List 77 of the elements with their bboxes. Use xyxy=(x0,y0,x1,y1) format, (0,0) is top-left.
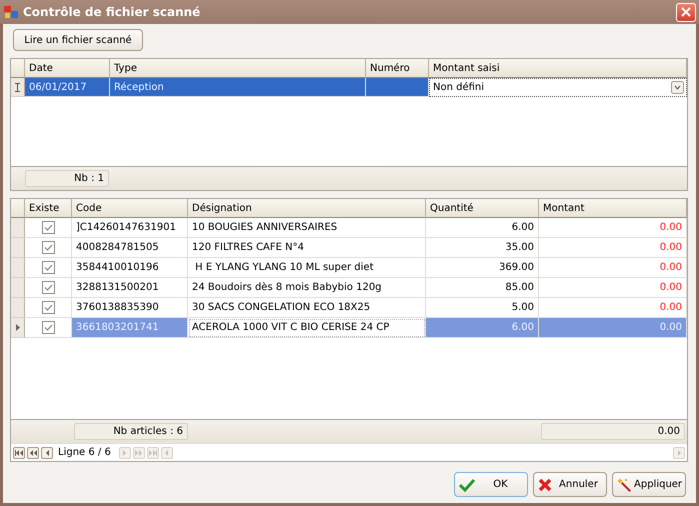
row-header[interactable] xyxy=(11,318,25,338)
cancel-button[interactable]: Annuler xyxy=(533,472,607,497)
table-cell: 0.00 xyxy=(539,258,687,278)
table-cell: 6.00 xyxy=(426,218,539,238)
table-cell: 0.00 xyxy=(539,278,687,298)
last-icon xyxy=(148,448,158,456)
column-header[interactable]: Date xyxy=(25,59,110,78)
row-position: Ligne 6 / 6 xyxy=(58,447,111,458)
table-cell: ACEROLA 1000 VIT C BIO CERISE 24 CP xyxy=(188,318,426,338)
table-cell: 3661803201741 xyxy=(72,318,188,338)
column-header[interactable]: Montant xyxy=(539,199,687,218)
checkbox[interactable] xyxy=(42,301,54,314)
column-header[interactable]: Désignation xyxy=(188,199,426,218)
table-cell: 3288131500201 xyxy=(72,278,188,298)
table-cell: 30 SACS CONGELATION ECO 18X25 xyxy=(188,298,426,318)
previous-page-button[interactable] xyxy=(27,446,39,458)
column-header[interactable]: Quantité xyxy=(426,199,539,218)
checkbox[interactable] xyxy=(42,261,54,274)
app-icon xyxy=(4,5,18,19)
read-file-button[interactable]: Lire un fichier scanné xyxy=(13,29,143,51)
current-row-icon xyxy=(16,324,20,331)
first-icon xyxy=(14,448,24,456)
text-cursor-icon xyxy=(15,82,20,92)
ok-button[interactable]: OK xyxy=(454,472,528,497)
header-corner xyxy=(11,199,25,218)
column-header[interactable]: Type xyxy=(110,59,366,78)
table-cell: 369.00 xyxy=(426,258,539,278)
table-cell: 0.00 xyxy=(539,218,687,238)
previous-button[interactable] xyxy=(41,446,53,458)
column-header[interactable]: Montant saisi xyxy=(429,59,687,78)
row-header[interactable] xyxy=(11,78,25,97)
table-cell: 0.00 xyxy=(539,298,687,318)
check-icon xyxy=(44,304,52,311)
row-count: Nb : 1 xyxy=(25,170,109,187)
table-cell: 06/01/2017 xyxy=(25,78,110,97)
table-cell: 5.00 xyxy=(426,298,539,318)
close-icon xyxy=(681,7,691,17)
check-icon xyxy=(44,244,52,251)
checkbox[interactable] xyxy=(42,321,54,334)
table-cell xyxy=(366,78,429,97)
amount-dropdown[interactable]: Non défini xyxy=(429,78,687,97)
checkbox[interactable] xyxy=(42,241,54,254)
article-count: Nb articles : 6 xyxy=(74,423,188,440)
check-icon xyxy=(44,284,52,291)
table-cell: ]C14260147631901 xyxy=(72,218,188,238)
close-button[interactable] xyxy=(676,2,696,22)
table-cell: 6.00 xyxy=(426,318,539,338)
table-cell: 10 BOUGIES ANNIVERSAIRES xyxy=(188,218,426,238)
table-cell: 3760138835390 xyxy=(72,298,188,318)
column-header[interactable]: Numéro xyxy=(366,59,429,78)
table-cell: 0.00 xyxy=(539,318,687,338)
check-icon xyxy=(44,224,52,231)
table-cell: 85.00 xyxy=(426,278,539,298)
fast-forward-icon xyxy=(134,448,144,456)
magic-wand-icon xyxy=(617,478,631,492)
table-cell: 4008284781505 xyxy=(72,238,188,258)
check-icon xyxy=(44,264,52,271)
check-icon xyxy=(459,478,475,492)
checkbox[interactable] xyxy=(42,221,54,234)
header-corner xyxy=(11,59,25,78)
total-amount: 0.00 xyxy=(541,423,685,440)
checkbox[interactable] xyxy=(42,281,54,294)
rewind-icon xyxy=(28,448,38,456)
column-header[interactable]: Code xyxy=(72,199,188,218)
table-cell: Réception xyxy=(110,78,366,97)
check-icon xyxy=(44,324,52,331)
column-header[interactable]: Existe xyxy=(25,199,72,218)
cancel-icon xyxy=(538,478,552,492)
first-button[interactable] xyxy=(13,446,25,458)
apply-button[interactable]: Appliquer xyxy=(612,472,686,497)
table-cell: 3584410010196 xyxy=(72,258,188,278)
table-cell: H E YLANG YLANG 10 ML super diet xyxy=(188,258,426,278)
table-cell: 35.00 xyxy=(426,238,539,258)
window-title: Contrôle de fichier scanné xyxy=(23,5,202,19)
table-cell: 24 Boudoirs dès 8 mois Babybio 120g xyxy=(188,278,426,298)
table-cell: 120 FILTRES CAFE N°4 xyxy=(188,238,426,258)
table-cell: 0.00 xyxy=(539,238,687,258)
